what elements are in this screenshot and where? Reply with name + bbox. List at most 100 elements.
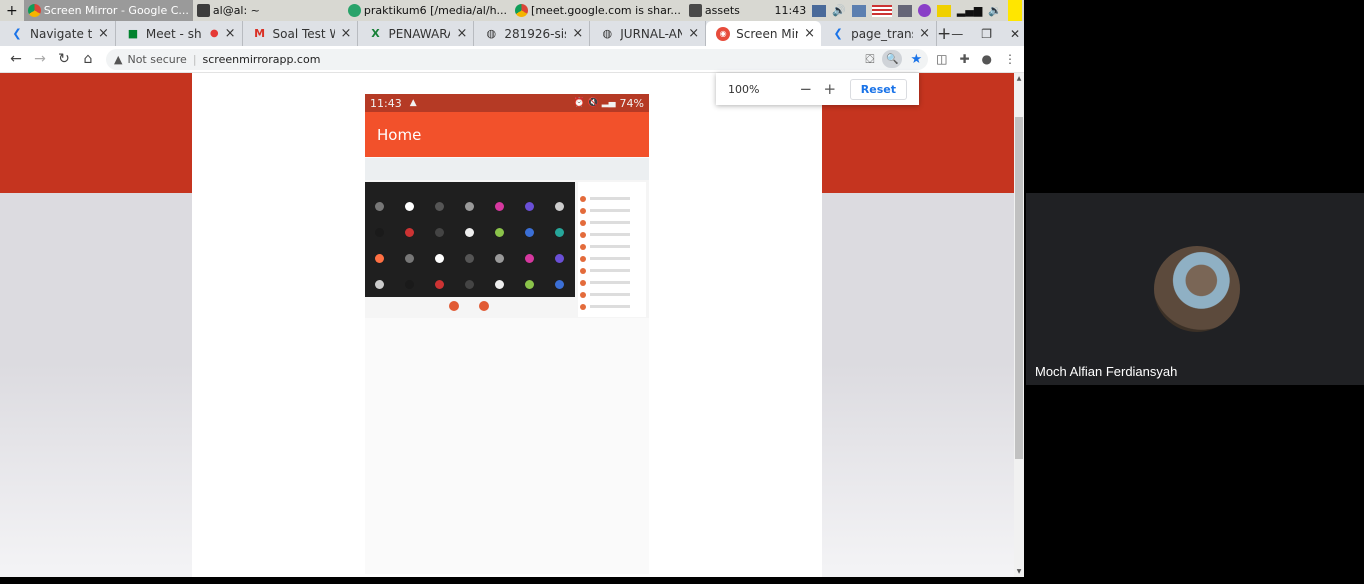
close-icon[interactable]: × (688, 26, 699, 41)
chrome-icon (27, 4, 41, 17)
participant-thumb (555, 202, 564, 211)
taskbar-item-screen-mirror[interactable]: Screen Mirror - Google C... (23, 0, 193, 21)
recording-icon: ● (209, 28, 219, 39)
participant-thumb (405, 228, 414, 237)
tab-navigate-to[interactable]: ❮ Navigate to × (0, 21, 116, 46)
phone-status-icons: ⏰ 🔇 ▂▄ (573, 98, 616, 108)
tab-meet[interactable]: ■ Meet - sh ● × (116, 21, 243, 46)
mic-button (449, 301, 459, 311)
participant-thumb (495, 254, 504, 263)
participant-list-avatar (580, 256, 586, 262)
close-icon[interactable]: × (804, 26, 815, 41)
security-label[interactable]: Not secure (127, 53, 186, 66)
back-button[interactable]: ← (4, 51, 28, 67)
screenshot-icon[interactable]: ◫ (936, 52, 947, 66)
taskbar-item-meet-sharing[interactable]: [meet.google.com is shar... (511, 0, 685, 21)
extensions-icon[interactable]: ✚ (959, 52, 969, 66)
reload-button[interactable]: ↻ (52, 51, 76, 67)
system-tray: 11:43 🔊 ▂▄▆ 🔉 (775, 0, 1025, 21)
minimize-icon[interactable]: — (951, 27, 963, 41)
tab-jurnal[interactable]: ◍ JURNAL-AN × (590, 21, 707, 46)
participant-list-avatar (580, 220, 586, 226)
meet-icon: ■ (127, 27, 139, 40)
firefox-icon[interactable] (917, 4, 931, 17)
scroll-up-icon[interactable]: ▲ (1014, 75, 1024, 82)
excel-icon: X (371, 27, 380, 40)
participant-list-avatar (580, 208, 586, 214)
gmail-icon: M (254, 27, 266, 40)
taskbar-add-button[interactable]: + (0, 0, 24, 21)
browser-toolbar: ← → ↻ ⌂ ▲ Not secure | screenmirrorapp.c… (0, 46, 1024, 73)
zoom-level: 100% (728, 82, 760, 96)
menu-kebab-icon[interactable]: ⋮ (1004, 52, 1016, 66)
chrome-icon (515, 4, 529, 17)
tab-page-trans[interactable]: ❮ page_trans × (821, 21, 937, 46)
address-bar[interactable]: ▲ Not secure | screenmirrorapp.com ⛋ 🔍 ★ (106, 48, 929, 70)
speaker-icon[interactable]: 🔉 (988, 4, 1002, 17)
new-tab-button[interactable]: + (937, 24, 951, 44)
page-viewport: 11:43 ▲ ⏰ 🔇 ▂▄ 74% Home (0, 73, 1014, 577)
tab-281926[interactable]: ◍ 281926-sist × (474, 21, 591, 46)
participant-thumb (465, 280, 474, 289)
participant-list-name (590, 197, 630, 200)
bookmark-star-icon[interactable]: ★ (910, 52, 922, 67)
close-icon[interactable]: × (98, 26, 109, 41)
participant-list-name (590, 221, 630, 224)
scrollbar-thumb[interactable] (1015, 117, 1023, 459)
close-icon[interactable]: × (225, 26, 236, 41)
forward-button[interactable]: → (28, 51, 52, 67)
zoom-icon[interactable]: 🔍 (882, 50, 903, 68)
mirrored-browser-chrome (365, 158, 649, 180)
participant-list-name (590, 257, 630, 260)
phone-mirror[interactable]: 11:43 ▲ ⏰ 🔇 ▂▄ 74% Home (365, 94, 649, 574)
url-text[interactable]: screenmirrorapp.com (203, 53, 321, 66)
warning-icon[interactable]: ▲ (114, 53, 122, 66)
close-icon[interactable]: × (919, 26, 930, 41)
close-icon[interactable]: × (456, 26, 467, 41)
notes-icon[interactable] (936, 4, 951, 17)
translate-icon[interactable]: ⛋ (865, 52, 874, 67)
close-icon[interactable]: × (341, 26, 352, 41)
participant-thumb (525, 228, 534, 237)
zoom-out-button[interactable]: − (794, 80, 818, 98)
tab-screen-mirror[interactable]: ◉ Screen Mirr × (706, 21, 822, 46)
participant-thumb (405, 202, 414, 211)
display-icon[interactable] (812, 4, 827, 17)
tab-penawaran[interactable]: X PENAWARA × (358, 21, 475, 46)
volume-icon[interactable]: 🔊 (832, 4, 846, 17)
omnibox-actions: ⛋ 🔍 ★ (865, 50, 928, 68)
zoom-reset-button[interactable]: Reset (849, 78, 907, 100)
participant-thumb (555, 228, 564, 237)
participant-thumb (495, 202, 504, 211)
taskbar-item-assets[interactable]: assets (685, 0, 744, 21)
taskbar-item-terminal[interactable]: al@al: ~ (193, 0, 264, 21)
scroll-down-icon[interactable]: ▼ (1014, 568, 1024, 575)
home-button[interactable]: ⌂ (76, 51, 100, 67)
participant-thumb (525, 280, 534, 289)
signal-icon[interactable]: ▂▄▆ (957, 4, 982, 17)
phone-status-bar: 11:43 ▲ ⏰ 🔇 ▂▄ 74% (365, 94, 649, 112)
window-close-icon[interactable]: ✕ (1010, 27, 1020, 41)
participant-thumb (435, 228, 444, 237)
tab-soal-test[interactable]: M Soal Test W × (243, 21, 359, 46)
profile-avatar-icon[interactable]: ● (982, 52, 992, 66)
participant-thumb (435, 254, 444, 263)
arrow-icon: ❮ (833, 27, 843, 40)
page-scrollbar[interactable]: ▲ ▼ (1014, 73, 1024, 577)
participant-thumb (405, 280, 414, 289)
network-icon[interactable] (851, 4, 866, 17)
keyboard-icon[interactable] (897, 4, 912, 17)
restore-icon[interactable]: ❐ (981, 27, 992, 41)
close-icon[interactable]: × (572, 26, 583, 41)
zoom-in-button[interactable]: + (818, 80, 842, 98)
participant-list-name (590, 245, 630, 248)
os-taskbar: + Screen Mirror - Google C... al@al: ~ p… (0, 0, 1024, 21)
taskbar-item-praktikum[interactable]: praktikum6 [/media/al/h... (344, 0, 511, 21)
us-flag-icon[interactable] (871, 4, 892, 17)
clock: 11:43 (774, 4, 807, 17)
globe-icon: ◍ (486, 27, 497, 40)
warning-icon: ▲ (409, 98, 417, 108)
participant-thumb (555, 254, 564, 263)
participant-list-avatar (580, 196, 586, 202)
notification-indicator (1008, 0, 1022, 21)
